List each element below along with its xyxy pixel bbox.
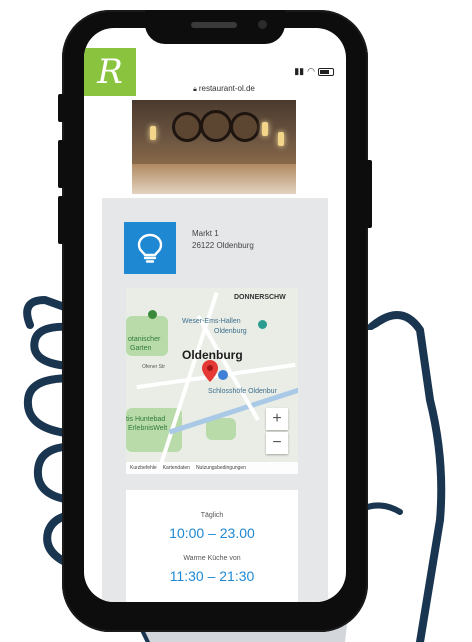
lightbulb-icon: [124, 222, 176, 274]
signal-icon: ▮▮: [294, 66, 305, 76]
daily-hours-value: 10:00 – 23.00: [169, 525, 255, 541]
phone-speaker: [191, 22, 237, 28]
map-label: Weser-Ems-Hallen: [182, 318, 241, 325]
map-shortcuts-link[interactable]: Kurzbefehle: [130, 465, 157, 471]
barrel-decoration: [230, 112, 260, 142]
phone-side-button: [58, 94, 64, 122]
phone-volume-up: [58, 140, 64, 188]
map-terms-link[interactable]: Nutzungsbedingungen: [196, 465, 246, 471]
map-footer: Kurzbefehle Kartendaten Nutzungsbedingun…: [126, 462, 298, 474]
address-bar[interactable]: 🔒︎ restaurant-ol.de: [144, 82, 304, 96]
url-text: restaurant-ol.de: [198, 84, 255, 93]
phone-power-button: [366, 160, 372, 228]
barrel-decoration: [172, 112, 202, 142]
map-label: Schlosshöfe Oldenbur: [208, 388, 277, 395]
map-label: otanischer: [128, 336, 161, 343]
map-data-link[interactable]: Kartendaten: [163, 465, 190, 471]
address-street: Markt 1: [192, 229, 219, 238]
status-icons: ▮▮ ◠: [294, 66, 334, 77]
map-label: Garten: [130, 345, 152, 352]
wifi-icon: ◠: [307, 66, 315, 76]
restaurant-logo[interactable]: R: [84, 48, 136, 96]
map-widget[interactable]: DONNERSCHW Weser-Ems-Hallen Oldenburg ot…: [126, 288, 298, 474]
map-label: tis Huntebad: [126, 416, 166, 423]
kitchen-hours-label: Warme Küche von: [183, 555, 241, 562]
map-poi-icon: [258, 320, 267, 329]
map-label: ErlebnisWelt: [128, 425, 168, 432]
map-poi-icon: [148, 310, 157, 319]
info-panel: Markt 1 26122 Oldenburg DONNERSCHW Weser…: [102, 198, 328, 602]
address-city: 26122 Oldenburg: [192, 241, 254, 250]
restaurant-photo: [132, 100, 296, 194]
tables-decoration: [132, 164, 296, 194]
zoom-in-button[interactable]: +: [266, 408, 288, 430]
daily-hours-label: Täglich: [200, 512, 224, 519]
address-block: Markt 1 26122 Oldenburg: [192, 228, 254, 252]
phone-volume-down: [58, 196, 64, 244]
map-pin-icon: [202, 360, 218, 382]
lightbulb-glyph: [137, 233, 163, 263]
illustration: R ▮▮ ◠ 🔒︎ restaurant-ol.de Markt 1 26122…: [0, 0, 472, 642]
lamp-decoration: [278, 132, 284, 146]
map-poi-icon: [218, 370, 228, 380]
map-label: Oldenburg: [214, 328, 247, 335]
front-camera: [258, 20, 267, 29]
lamp-decoration: [262, 122, 268, 136]
map-label: Ofener Str: [142, 364, 166, 370]
zoom-out-button[interactable]: −: [266, 432, 288, 454]
lock-icon: 🔒︎: [193, 86, 197, 93]
opening-hours-card: Täglich 10:00 – 23.00 Warme Küche von 11…: [126, 490, 298, 602]
battery-icon: [318, 67, 334, 76]
lamp-decoration: [150, 126, 156, 140]
phone-screen: R ▮▮ ◠ 🔒︎ restaurant-ol.de Markt 1 26122…: [84, 28, 346, 602]
logo-letter: R: [97, 52, 123, 92]
kitchen-hours-value: 11:30 – 21:30: [169, 568, 255, 584]
map-label: DONNERSCHW: [234, 294, 286, 301]
barrel-decoration: [200, 110, 232, 142]
